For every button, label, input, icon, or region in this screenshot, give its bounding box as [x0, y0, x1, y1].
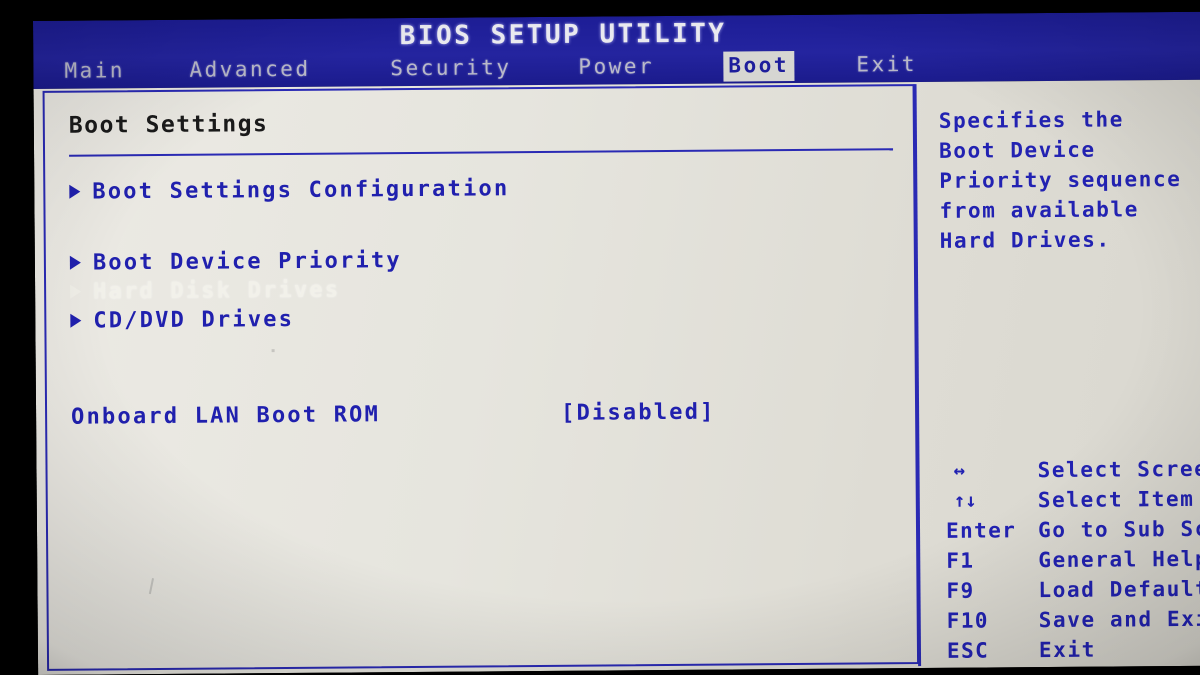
key-legend-desc: Load Defaults: [1038, 576, 1200, 603]
tab-boot[interactable]: Boot: [723, 51, 795, 82]
key-legend-row-select-screen: ↔ Select Screen: [937, 453, 1200, 485]
tab-main[interactable]: Main: [59, 56, 130, 87]
menu-item-label: CD/DVD Drives: [93, 306, 295, 334]
key-legend-desc: General Help: [1038, 546, 1200, 573]
settings-panel: Boot Settings Boot Settings Configuratio…: [42, 84, 920, 671]
key-legend-row-f10: F10 Save and Exit: [939, 603, 1200, 635]
key-legend-desc: Select Screen: [1037, 456, 1200, 483]
up-down-arrow-icon: ↑↓: [953, 489, 977, 512]
help-line: Priority sequence: [939, 166, 1182, 193]
bios-body: Boot Settings Boot Settings Configuratio…: [33, 79, 1200, 675]
triangle-right-icon: [69, 255, 81, 270]
key-legend-row-f9: F9 Load Defaults: [938, 573, 1200, 605]
triangle-right-icon: [70, 313, 82, 328]
section-divider: [69, 148, 894, 157]
menu-item-label: Hard Disk Drives: [93, 277, 341, 305]
setting-label: Onboard LAN Boot ROM: [71, 402, 381, 430]
page-title: BIOS SETUP UTILITY: [399, 18, 727, 52]
help-line: Boot Device: [938, 137, 1096, 163]
boot-options-list: Boot Settings Configuration Boot Device …: [69, 170, 901, 433]
key-legend: ↔ Select Screen ↑↓ Select Item Enter Go …: [937, 453, 1200, 665]
key-legend-desc: Exit: [1038, 637, 1097, 663]
key-legend-row-esc: ESC Exit: [939, 633, 1200, 665]
setting-value[interactable]: [Disabled]: [561, 398, 716, 429]
bios-screen: BIOS SETUP UTILITY Main Advanced Securit…: [0, 0, 1200, 675]
key-legend-row-f1: F1 General Help: [938, 543, 1200, 575]
section-title: Boot Settings: [68, 111, 269, 139]
key-legend-key: F9: [946, 578, 975, 603]
help-line: Specifies the: [938, 107, 1125, 133]
key-legend-desc: Select Item: [1037, 486, 1195, 513]
help-panel: Specifies the Boot Device Priority seque…: [927, 82, 1200, 664]
help-line: Hard Drives.: [939, 227, 1111, 253]
left-right-arrow-icon: ↔: [953, 459, 966, 482]
tab-advanced[interactable]: Advanced: [184, 55, 315, 86]
tab-exit[interactable]: Exit: [851, 50, 922, 81]
monitor-display-area: BIOS SETUP UTILITY Main Advanced Securit…: [33, 11, 1200, 675]
help-line: from available: [939, 197, 1140, 223]
tab-power[interactable]: Power: [573, 52, 659, 83]
key-legend-key: ESC: [946, 638, 990, 663]
key-legend-key: F10: [946, 608, 989, 633]
key-legend-desc: Save and Exit: [1038, 606, 1200, 633]
setting-onboard-lan-boot-rom[interactable]: Onboard LAN Boot ROM [Disabled]: [71, 396, 901, 433]
help-text: Specifies the Boot Device Priority seque…: [939, 104, 1200, 256]
key-legend-desc: Go to Sub Screen: [1037, 516, 1200, 543]
menu-item-label: Boot Device Priority: [92, 248, 402, 276]
key-legend-row-select-item: ↑↓ Select Item: [938, 483, 1200, 515]
triangle-right-icon: [69, 184, 81, 199]
tab-security[interactable]: Security: [385, 53, 516, 84]
menu-item-label: Boot Settings Configuration: [92, 176, 510, 205]
triangle-right-icon: [70, 284, 82, 299]
bios-header-band: BIOS SETUP UTILITY Main Advanced Securit…: [33, 11, 1200, 89]
key-legend-row-enter: Enter Go to Sub Screen: [938, 513, 1200, 545]
key-legend-key: Enter: [945, 518, 1017, 543]
key-legend-key: F1: [946, 548, 975, 573]
